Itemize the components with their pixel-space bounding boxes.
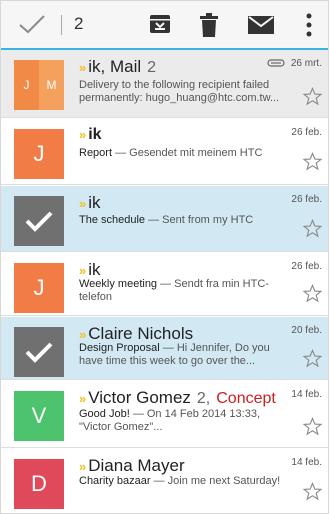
checkmark-icon (25, 211, 53, 232)
email-date: 20 feb. (291, 325, 322, 336)
avatar: V (14, 391, 64, 441)
sender-line: » ik, Mail 2 (79, 57, 248, 77)
star-icon[interactable] (303, 349, 322, 368)
thread-count: 2, (196, 390, 211, 407)
archive-icon[interactable] (149, 13, 171, 35)
sender-line: » Diana Mayer (79, 456, 248, 476)
sender-line: » ik (79, 193, 248, 213)
sender-name: ik (88, 126, 102, 143)
email-row[interactable]: J M » ik, Mail 2 26 mrt. Delivery to the f… (1, 50, 328, 118)
avatar-letter: J (33, 141, 45, 166)
avatar: D (14, 459, 64, 509)
email-date: 26 feb. (291, 194, 322, 205)
priority-icon: » (79, 327, 87, 342)
label-tag[interactable]: Concept (216, 390, 276, 407)
email-date: 26 mrt. (267, 58, 322, 69)
email-preview: — Join me next Saturday! (150, 475, 281, 487)
date-text: 26 mrt. (290, 58, 322, 69)
avatar-letter: D (31, 471, 47, 496)
selected-count: 2 (74, 14, 84, 33)
email-snippet: The schedule — Sent from my HTC (79, 214, 290, 227)
checkmark-icon (25, 342, 53, 363)
star-icon[interactable] (303, 152, 322, 171)
sender-name: ik, Mail (88, 57, 142, 76)
toolbar-divider (61, 15, 62, 35)
email-snippet: Design Proposal — Hi Jennifer, Do you ha… (79, 342, 290, 368)
email-preview: — Gesendet mit meinem HTC (112, 147, 263, 159)
avatar: J (14, 129, 64, 179)
avatar-letter: J (14, 60, 39, 110)
email-row[interactable]: » Claire Nichols 20 feb. Design Proposal … (1, 317, 328, 380)
avatar: J M (14, 60, 64, 110)
avatar: J (14, 263, 64, 313)
priority-icon: » (79, 459, 87, 474)
email-subject: Good Job! (79, 408, 130, 420)
email-row[interactable]: D » Diana Mayer 14 feb. Charity bazaar — … (1, 449, 328, 512)
email-subject: Design Proposal (79, 342, 160, 354)
priority-icon: » (79, 127, 87, 142)
email-subject: Weekly meeting (79, 278, 158, 290)
app-window: 2 J M » ik, Mail 2 26 mrt. Delivery to t… (0, 0, 329, 514)
mark-read-icon[interactable] (248, 16, 274, 34)
email-snippet: Charity bazaar — Join me next Saturday! (79, 475, 290, 488)
email-date: 14 feb. (291, 389, 322, 400)
sender-name: Victor Gomez (88, 388, 191, 407)
email-row[interactable]: J » ik 26 feb. Report — Gesendet mit mein… (1, 119, 328, 185)
avatar-letter: M (39, 60, 64, 110)
star-icon[interactable] (303, 87, 322, 106)
email-snippet: Report — Gesendet mit meinem HTC (79, 147, 290, 160)
sender-name: Diana Mayer (88, 456, 185, 475)
sender-line: » Claire Nichols (79, 324, 248, 344)
email-snippet: Good Job! — On 14 Feb 2014 13:33, "Victo… (79, 408, 290, 434)
email-date: 26 feb. (291, 127, 322, 138)
avatar-letter: J (33, 275, 45, 300)
email-subject: Charity bazaar (79, 475, 151, 487)
sender-line: » Victor Gomez 2, Concept (79, 388, 288, 408)
priority-icon: » (79, 196, 87, 211)
sender-name: ik (88, 193, 101, 212)
email-preview: — Sent from my HTC (145, 214, 254, 226)
selected-avatar[interactable] (14, 327, 64, 377)
action-bar: 2 (1, 1, 328, 50)
star-icon[interactable] (303, 482, 322, 501)
email-snippet: Weekly meeting — Sendt fra min HTC-telef… (79, 278, 290, 304)
attachment-icon (267, 59, 285, 67)
star-icon[interactable] (303, 417, 322, 436)
sender-line: » ik (79, 126, 248, 144)
checkmark-icon[interactable] (18, 13, 46, 35)
priority-icon: » (79, 60, 87, 75)
email-row[interactable]: V » Victor Gomez 2, Concept 14 feb. Good Jo… (1, 381, 328, 448)
email-subject: Report (79, 147, 113, 159)
email-date: 26 feb. (291, 261, 322, 272)
email-snippet: Delivery to the following recipient fail… (79, 79, 290, 105)
email-date: 14 feb. (291, 457, 322, 468)
priority-icon: » (79, 391, 87, 406)
sender-name: ik (88, 260, 101, 279)
more-icon[interactable] (306, 13, 312, 37)
star-icon[interactable] (303, 219, 322, 238)
email-preview: Delivery to the following recipient fail… (79, 79, 280, 104)
sender-name: Claire Nichols (88, 324, 194, 343)
thread-count: 2 (147, 59, 157, 76)
email-subject: The schedule (79, 214, 146, 226)
avatar-letter: V (31, 403, 47, 428)
email-row[interactable]: » ik 26 feb. The schedule — Sent from my … (1, 186, 328, 252)
email-row[interactable]: J » ik 26 feb. Weekly meeting — Sendt fra… (1, 253, 328, 316)
star-icon[interactable] (303, 284, 322, 303)
selected-avatar[interactable] (14, 196, 64, 246)
priority-icon: » (79, 263, 87, 278)
delete-icon[interactable] (200, 13, 218, 37)
sender-line: » ik (79, 260, 248, 280)
